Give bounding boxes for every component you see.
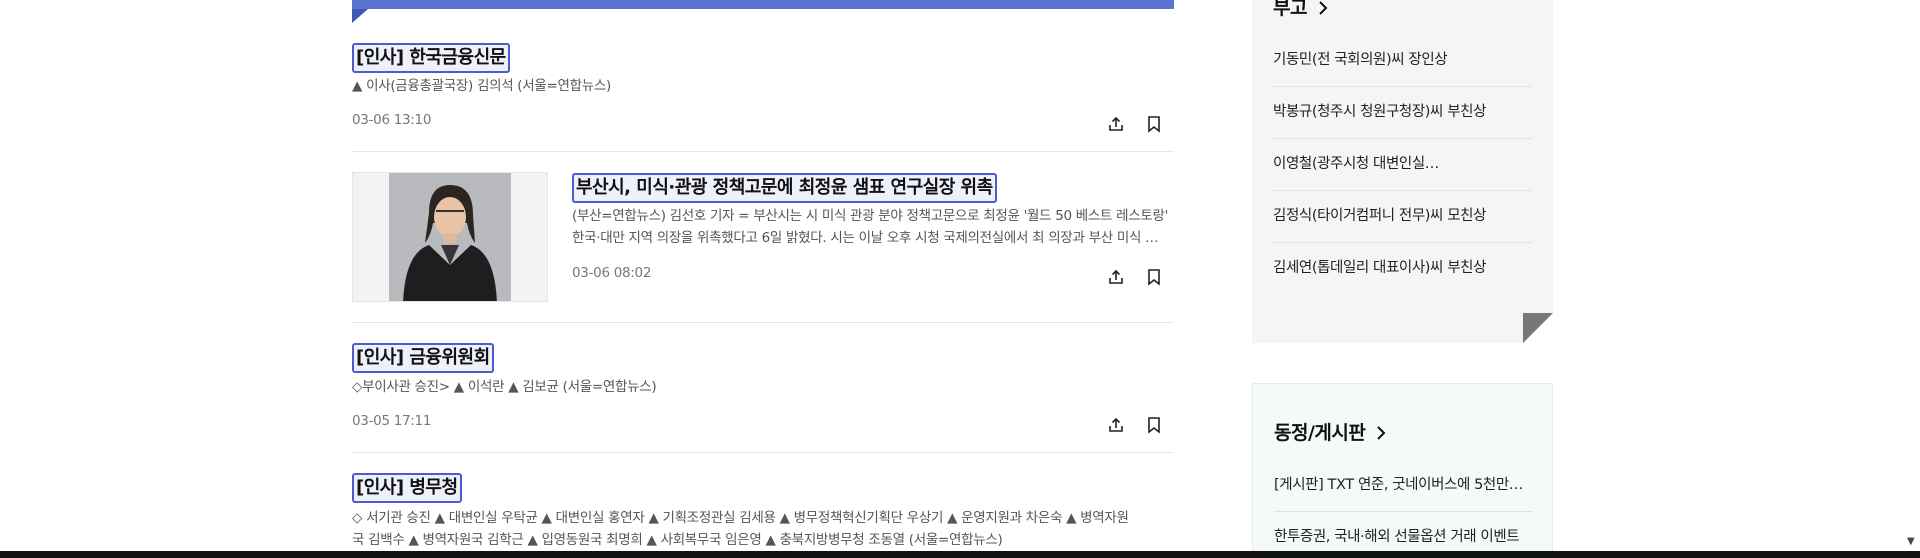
chevron-right-icon [1317, 0, 1329, 20]
obituary-title: 부고 [1273, 0, 1307, 19]
article-date: 03-05 17:11 [352, 413, 432, 429]
obituary-item[interactable]: 김정식(타이거컴퍼니 전무)씨 모친상 [1273, 204, 1532, 225]
article-summary-line-2: 국 김백수 ▲ 병역자원국 김학근 ▲ 입영동원국 최명희 ▲ 사회복무국 임은… [352, 532, 1003, 548]
obituary-card: 부고 기동민(전 국회의원)씨 장인상 박봉규(청주시 청원구청장)씨 부친상 … [1252, 0, 1553, 343]
article-thumbnail[interactable] [352, 172, 548, 302]
obituary-item[interactable]: 이영철(광주시청 대변인실… [1273, 152, 1532, 173]
obituary-item[interactable]: 기동민(전 국회의원)씨 장인상 [1273, 48, 1532, 69]
article-item: 부산시, 미식·관광 정책고문에 최정윤 샘표 연구실장 위촉 (부산=연합뉴스… [352, 152, 1174, 323]
board-card: 동정/게시판 [게시판] TXT 연준, 굿네이버스에 5천만… 한투증권, 국… [1252, 383, 1553, 558]
bookmark-icon[interactable] [1144, 267, 1164, 287]
board-heading[interactable]: 동정/게시판 [1274, 418, 1387, 445]
bookmark-icon[interactable] [1144, 114, 1164, 134]
share-icon[interactable] [1106, 415, 1126, 435]
article-title[interactable]: [인사] 금융위원회 [352, 343, 494, 373]
article-list: [인사] 한국금융신문 ▲ 이사(금융총괄국장) 김의석 (서울=연합뉴스) 0… [352, 0, 1174, 558]
section-header-bar [352, 0, 1174, 9]
board-item[interactable]: [게시판] TXT 연준, 굿네이버스에 5천만… [1274, 473, 1533, 494]
obituary-item[interactable]: 김세연(톱데일리 대표이사)씨 부친상 [1273, 256, 1532, 277]
article-item: [인사] 한국금융신문 ▲ 이사(금융총괄국장) 김의석 (서울=연합뉴스) 0… [352, 40, 1174, 152]
share-icon[interactable] [1106, 114, 1126, 134]
article-title[interactable]: [인사] 한국금융신문 [352, 43, 510, 73]
article-summary-line-1: (부산=연합뉴스) 김선호 기자 = 부산시는 시 미식 관광 분야 정책고문으… [572, 208, 1169, 224]
article-summary-line-2: 한국·대만 지역 의장을 위촉했다고 6일 밝혔다. 시는 이날 오후 시청 국… [572, 230, 1159, 246]
chevron-right-icon [1375, 423, 1387, 445]
scroll-down-arrow-icon[interactable]: ▼ [1907, 536, 1915, 547]
board-item[interactable]: 한투증권, 국내·해외 선물옵션 거래 이벤트 [1274, 525, 1533, 546]
article-date: 03-06 13:10 [352, 112, 432, 128]
portrait-photo [389, 173, 511, 301]
divider [1273, 190, 1532, 191]
divider [1273, 242, 1532, 243]
board-title: 동정/게시판 [1274, 422, 1366, 444]
obituary-heading[interactable]: 부고 [1273, 0, 1329, 20]
section-header-fold [352, 9, 368, 23]
article-title[interactable]: [인사] 병무청 [352, 473, 462, 503]
article-item: [인사] 병무청 ◇ 서기관 승진 ▲ 대변인실 우탁균 ▲ 대변인실 홍연자 … [352, 453, 1174, 551]
page-curl-shadow [1523, 313, 1553, 343]
article-date: 03-06 08:02 [572, 265, 652, 281]
window-bottom-bar [0, 551, 1920, 558]
bookmark-icon[interactable] [1144, 415, 1164, 435]
article-summary: ▲ 이사(금융총괄국장) 김의석 (서울=연합뉴스) [352, 78, 611, 94]
share-icon[interactable] [1106, 267, 1126, 287]
divider [1274, 511, 1533, 512]
obituary-item[interactable]: 박봉규(청주시 청원구청장)씨 부친상 [1273, 100, 1532, 121]
article-title[interactable]: 부산시, 미식·관광 정책고문에 최정윤 샘표 연구실장 위촉 [572, 173, 997, 203]
divider [1273, 138, 1532, 139]
article-summary-line-1: ◇ 서기관 승진 ▲ 대변인실 우탁균 ▲ 대변인실 홍연자 ▲ 기획조정관실 … [352, 510, 1129, 526]
article-item: [인사] 금융위원회 ◇부이사관 승진> ▲ 이석란 ▲ 김보균 (서울=연합뉴… [352, 323, 1174, 453]
article-summary: ◇부이사관 승진> ▲ 이석란 ▲ 김보균 (서울=연합뉴스) [352, 379, 657, 395]
divider [1273, 86, 1532, 87]
